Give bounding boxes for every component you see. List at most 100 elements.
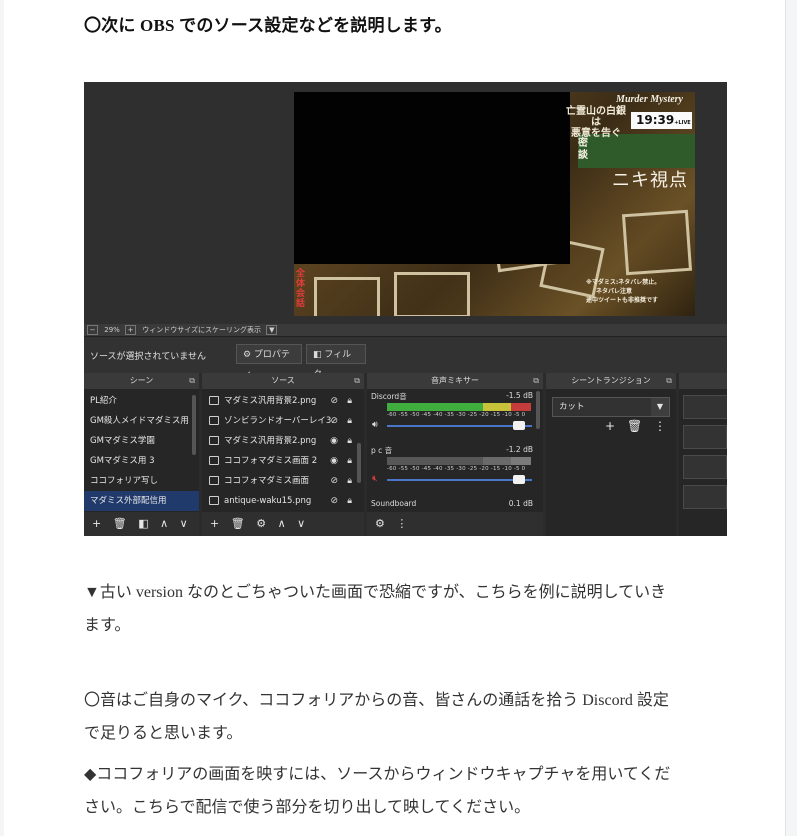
scale-mode-label: ウィンドウサイズにスケーリング表示 [142, 326, 262, 334]
zoom-in-button[interactable]: + [125, 325, 137, 335]
window-capture-icon [209, 476, 219, 485]
preview-clock: 19:39+LIVE [631, 112, 692, 129]
scene-item[interactable]: GMマダミス学園 [84, 431, 199, 451]
article: 〇次に OBS でのソース設定などを説明します。 Murder Mystery … [4, 0, 786, 836]
eye-hidden-icon[interactable]: ⊘ [330, 391, 338, 411]
filters-button[interactable]: ◧ フィルタ [306, 344, 366, 380]
volume-slider[interactable] [387, 425, 532, 427]
source-settings-icon[interactable]: ⚙ [256, 512, 266, 536]
remove-source-icon[interactable]: 🗑 [231, 512, 245, 536]
scenes-scrollbar[interactable] [192, 395, 196, 455]
channel-name: Discord音 [371, 392, 407, 401]
scene-item[interactable]: PL紹介 [84, 391, 199, 411]
obs-screenshot: Murder Mystery 亡霊山の白銀は 悪意を告ぐ 19:39+LIVE … [84, 82, 727, 536]
move-up-icon[interactable]: ∧ [160, 512, 168, 536]
eye-visible-icon[interactable]: ◉ [330, 451, 338, 471]
eye-hidden-icon[interactable]: ⊘ [330, 491, 338, 511]
add-scene-icon[interactable]: + [92, 512, 101, 536]
add-transition-icon[interactable]: + [605, 419, 615, 433]
eye-hidden-icon[interactable]: ⊘ [330, 411, 338, 431]
audio-paragraph: 〇音はご自身のマイク、ココフォリアからの音、皆さんの通話を拾う Discord … [84, 692, 669, 742]
preview-notice: ※マダミス:ネタバレ禁止。 ネタバレ注意 途中ツイートも非推奨です [586, 279, 661, 304]
lock-icon[interactable]: 🔒︎ [347, 391, 352, 411]
source-item[interactable]: ココフォマダミス画面 ⊘ 🔒︎ [202, 471, 364, 491]
transition-select[interactable]: カット ▼ [552, 397, 670, 417]
remove-scene-icon[interactable]: 🗑 [113, 512, 127, 536]
control-button[interactable] [683, 455, 727, 479]
more-options-icon[interactable]: ⋮ [396, 512, 407, 536]
undock-icon[interactable]: ⧉ [354, 373, 360, 389]
channel-db: 0.1 dB [508, 499, 533, 508]
speaker-icon[interactable]: 🔊︎ [372, 420, 378, 430]
preview-pov-label: ニキ視点 [612, 170, 688, 191]
scene-item-selected[interactable]: マダミス外部配信用 [84, 491, 199, 511]
more-options-icon[interactable]: ⋮ [654, 419, 666, 433]
mixer-channel: Soundboard 0.1 dB [367, 497, 543, 511]
eye-visible-icon[interactable]: ◉ [330, 431, 338, 451]
muted-speaker-icon[interactable]: 🔇︎ [372, 474, 378, 484]
properties-button[interactable]: ⚙ プロパティ [236, 344, 302, 380]
image-source-icon [209, 496, 219, 505]
chevron-down-icon[interactable]: ▼ [651, 398, 669, 416]
window-capture-paragraph: ◆ココフォリアの画面を映すには、ソースからウィンドウキャプチャを用いてくだ さい… [84, 766, 671, 816]
scene-item[interactable]: GM殺人メイドマダミス用 [84, 411, 199, 431]
mixer-channel: p c 音 -1.2 dB -60 -55 -50 -45 -40 -35 -3… [367, 443, 543, 497]
move-down-icon[interactable]: ∨ [297, 512, 305, 536]
zoom-out-button[interactable]: − [87, 325, 98, 335]
scene-item[interactable]: ココフォリア写し [84, 471, 199, 491]
source-item[interactable]: ココフォマダミス画面 2 ◉ 🔒︎ [202, 451, 364, 471]
source-item[interactable]: マダミス汎用背景2.png ⊘ 🔒︎ [202, 391, 364, 411]
sources-list: マダミス汎用背景2.png ⊘ 🔒︎ ゾンビランドオーバーレイ3. ⊘ 🔒︎ マダミス汎… [202, 389, 364, 511]
window-capture-icon [209, 456, 219, 465]
volume-meter [387, 403, 531, 411]
mixer-settings-icon[interactable]: ⚙ [375, 512, 385, 536]
channel-name: Soundboard [371, 499, 417, 508]
volume-slider-handle[interactable] [513, 475, 525, 484]
undock-icon[interactable]: ⧉ [533, 373, 539, 389]
mixer-header: 音声ミキサー ⧉ [367, 373, 543, 389]
scenes-list: PL紹介 GM殺人メイドマダミス用 GMマダミス学園 GMマダミス用 3 ココフ… [84, 389, 199, 511]
lock-icon[interactable]: 🔒︎ [347, 451, 352, 471]
control-button[interactable] [683, 485, 727, 509]
undock-icon[interactable]: ⧉ [189, 373, 195, 389]
preview-subtitle: 亡霊山の白銀は 悪意を告ぐ [566, 106, 626, 139]
move-down-icon[interactable]: ∨ [180, 512, 188, 536]
control-button[interactable] [683, 425, 727, 449]
preview-card [394, 272, 470, 316]
meter-scale: -60 -55 -50 -45 -40 -35 -30 -25 -20 -15 … [387, 466, 526, 472]
start-streaming-button[interactable]: 配 [683, 395, 727, 419]
channel-db: -1.5 dB [506, 391, 533, 400]
source-toolbar: ソースが選択されていません ⚙ プロパティ ◧ フィルタ [84, 336, 727, 380]
scene-filter-icon[interactable]: ◧ [138, 512, 148, 536]
image-source-icon [209, 436, 219, 445]
lock-icon[interactable]: 🔒︎ [347, 431, 352, 451]
lock-icon[interactable]: 🔒︎ [347, 491, 352, 511]
move-up-icon[interactable]: ∧ [278, 512, 286, 536]
eye-hidden-icon[interactable]: ⊘ [330, 471, 338, 491]
mixer-scrollbar[interactable] [536, 391, 540, 429]
undock-icon[interactable]: ⧉ [666, 373, 672, 389]
lock-icon[interactable]: 🔒︎ [347, 411, 352, 431]
scenes-header: シーン ⧉ [84, 373, 199, 389]
channel-name: p c 音 [371, 446, 393, 455]
source-item[interactable]: マダミス汎用背景2.png ◉ 🔒︎ [202, 431, 364, 451]
source-item[interactable]: ゾンビランドオーバーレイ3. ⊘ 🔒︎ [202, 411, 364, 431]
add-source-icon[interactable]: + [210, 512, 219, 536]
sources-footer: + 🗑 ⚙ ∧ ∨ [202, 512, 364, 536]
scenes-footer: + 🗑 ◧ ∧ ∨ [84, 512, 199, 536]
volume-slider[interactable] [387, 479, 532, 481]
audio-mixer-dock: 音声ミキサー ⧉ Discord音 -1.5 dB -60 -55 -50 -45… [367, 373, 543, 536]
preview-card [314, 277, 380, 316]
meter-scale: -60 -55 -50 -45 -40 -35 -30 -25 -20 -15 … [387, 412, 526, 418]
transitions-header: シーントランジション ⧉ [546, 373, 676, 389]
volume-meter [387, 457, 531, 465]
zoom-bar: − 29% + ウィンドウサイズにスケーリング表示 ▼ [84, 324, 727, 336]
volume-slider-handle[interactable] [513, 421, 525, 430]
stream-preview: Murder Mystery 亡霊山の白銀は 悪意を告ぐ 19:39+LIVE … [294, 92, 695, 316]
scene-item[interactable]: GMマダミス用 3 [84, 451, 199, 471]
sources-scrollbar[interactable] [357, 443, 361, 483]
source-item[interactable]: antique-waku15.png ⊘ 🔒︎ [202, 491, 364, 511]
scale-mode-dropdown[interactable]: ▼ [266, 325, 278, 335]
remove-transition-icon[interactable]: 🗑 [627, 419, 642, 433]
lock-icon[interactable]: 🔒︎ [347, 471, 352, 491]
